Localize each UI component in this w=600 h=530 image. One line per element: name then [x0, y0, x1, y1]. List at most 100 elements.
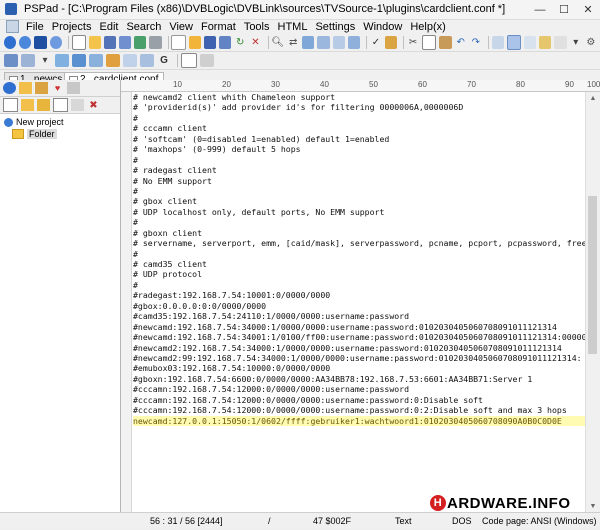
explorer-tab-icon[interactable]: [35, 82, 48, 94]
menu-search[interactable]: Search: [122, 21, 165, 33]
pspad-app-icon[interactable]: [5, 3, 17, 15]
add-file-icon[interactable]: [3, 98, 18, 112]
close-button[interactable]: ✕: [576, 0, 600, 19]
ftp-icon[interactable]: [134, 36, 147, 49]
font-icon[interactable]: [554, 36, 567, 49]
add-folder-icon[interactable]: [21, 99, 34, 111]
column-select-icon[interactable]: [524, 36, 537, 49]
link-icon[interactable]: [140, 54, 154, 67]
tools-icon[interactable]: [384, 36, 398, 49]
code-line[interactable]: # gbox client: [133, 196, 585, 206]
code-line[interactable]: # No EMM support: [133, 176, 585, 186]
code-line[interactable]: # gboxn client: [133, 228, 585, 238]
save-project-icon[interactable]: [34, 36, 47, 49]
code-area[interactable]: # newcamd2 client whith Chameleon suppor…: [133, 92, 585, 512]
code-line[interactable]: #gbox:0.0.0.0:0:0/0000/0000: [133, 301, 585, 311]
reload-icon[interactable]: ↻: [234, 36, 246, 49]
scroll-down-icon[interactable]: ▼: [586, 500, 600, 512]
word-wrap-icon[interactable]: [506, 35, 522, 50]
open-folder-icon[interactable]: [37, 99, 50, 111]
settings-icon[interactable]: ⚙: [585, 36, 597, 49]
vertical-scrollbar[interactable]: ▲ ▼: [585, 92, 600, 512]
projects-tab-icon[interactable]: [3, 82, 16, 94]
menu-settings[interactable]: Settings: [311, 21, 359, 33]
dropdown-arrow-icon[interactable]: ▾: [38, 54, 52, 67]
menu-help[interactable]: Help(x): [406, 21, 449, 33]
code-line[interactable]: #cccamn:192.168.7.54:12000:0/0000/0000:u…: [133, 384, 585, 394]
scroll-thumb[interactable]: [588, 196, 597, 354]
favorites-tab-icon[interactable]: ♥: [51, 82, 64, 94]
code-line[interactable]: newcamd:127.0.0.1:15050:1/0602/ffff:gebr…: [133, 415, 585, 426]
code-line[interactable]: #: [133, 113, 585, 123]
open-project-icon[interactable]: [19, 36, 32, 49]
bookmark-prev-icon[interactable]: [347, 36, 360, 49]
html-tag-icon[interactable]: [55, 54, 69, 67]
code-line[interactable]: # 'maxhops' (0-999) default 5 hops: [133, 144, 585, 154]
menu-projects[interactable]: Projects: [48, 21, 96, 33]
menu-tools[interactable]: Tools: [240, 21, 274, 33]
highlighter-icon[interactable]: [4, 54, 18, 67]
document-menu-icon[interactable]: [6, 20, 19, 33]
macro-icon[interactable]: [200, 54, 214, 67]
code-line[interactable]: # camd35 client: [133, 259, 585, 269]
properties-icon[interactable]: [71, 99, 84, 111]
close-project-icon[interactable]: [49, 36, 62, 49]
redo-icon[interactable]: ↷: [470, 36, 482, 49]
g-icon[interactable]: G: [157, 54, 171, 67]
code-line[interactable]: #cccamn:192.168.7.54:12000:0/0000/0000:u…: [133, 395, 585, 405]
tools-icon[interactable]: ✖: [87, 99, 100, 111]
code-line[interactable]: #: [133, 217, 585, 227]
find-replace-icon[interactable]: ⇄: [287, 36, 299, 49]
files-tab-icon[interactable]: [19, 82, 32, 94]
text-icon[interactable]: [21, 54, 35, 67]
code-line[interactable]: # cccamn client: [133, 123, 585, 133]
menu-file[interactable]: File: [22, 21, 48, 33]
code-line[interactable]: #newcamd2:192.168.7.54:34000:1/0000/0000…: [133, 343, 585, 353]
minimize-button[interactable]: —: [528, 0, 552, 19]
editor-pane[interactable]: 10 20 30 40 50 60 70 80 90 100 # newcamd…: [121, 80, 600, 512]
menu-edit[interactable]: Edit: [95, 21, 122, 33]
code-line[interactable]: # servername, serverport, emm, [caid/mas…: [133, 238, 585, 248]
open-file-icon[interactable]: [88, 36, 101, 49]
print-icon[interactable]: [149, 36, 162, 49]
code-line[interactable]: # UDP localhost only, default ports, No …: [133, 207, 585, 217]
hex-view-icon[interactable]: [491, 36, 504, 49]
code-line[interactable]: # radegast client: [133, 165, 585, 175]
list-view-icon[interactable]: [89, 54, 103, 67]
tree-item-folder[interactable]: Folder: [4, 128, 116, 140]
code-line[interactable]: #gboxn:192.168.7.54:6600:0/0000/0000:AA3…: [133, 374, 585, 384]
paste-icon[interactable]: [439, 36, 452, 49]
clips-tab-icon[interactable]: [67, 82, 80, 94]
insert-tag-icon[interactable]: [123, 54, 137, 67]
colors-icon[interactable]: [539, 36, 552, 49]
dropdown-arrow-icon[interactable]: ▾: [570, 36, 582, 49]
close-file-icon[interactable]: ✕: [249, 36, 261, 49]
menu-html[interactable]: HTML: [274, 21, 312, 33]
bookmark-icon[interactable]: [317, 36, 330, 49]
code-line[interactable]: # UDP protocol: [133, 269, 585, 279]
code-line[interactable]: #cccamn:192.168.7.54:12000:0/0000/0000:u…: [133, 405, 585, 415]
project-icon[interactable]: [4, 36, 17, 49]
bookmark-next-icon[interactable]: [332, 36, 345, 49]
find-icon[interactable]: 🔍︎: [271, 36, 284, 49]
delete-icon[interactable]: [53, 98, 68, 112]
document-new-icon[interactable]: [171, 35, 186, 50]
code-line[interactable]: #: [133, 249, 585, 259]
code-line[interactable]: #newcamd:192.168.7.54:34001:1/0100/ff00:…: [133, 332, 585, 342]
code-line[interactable]: # newcamd2 client whith Chameleon suppor…: [133, 92, 585, 102]
menu-window[interactable]: Window: [359, 21, 406, 33]
code-line[interactable]: #radegast:192.168.7.54:10001:0/0000/0000: [133, 290, 585, 300]
code-line[interactable]: #camd35:192.168.7.54:24110:1/0000/0000:u…: [133, 311, 585, 321]
maximize-button[interactable]: ☐: [552, 0, 576, 19]
tree-item-new-project[interactable]: New project: [4, 116, 116, 128]
code-line[interactable]: #: [133, 155, 585, 165]
code-line[interactable]: #newcamd2:99:192.168.7.54:34000:1/0000/0…: [133, 353, 585, 363]
copy-icon[interactable]: [422, 35, 437, 50]
save-file-icon[interactable]: [103, 36, 117, 49]
new-file-icon[interactable]: [71, 35, 86, 50]
document-icon[interactable]: [181, 53, 197, 68]
goto-line-icon[interactable]: [302, 36, 315, 49]
floppy-icon[interactable]: [203, 36, 216, 49]
cut-icon[interactable]: ✂: [407, 36, 419, 49]
menu-view[interactable]: View: [165, 21, 197, 33]
